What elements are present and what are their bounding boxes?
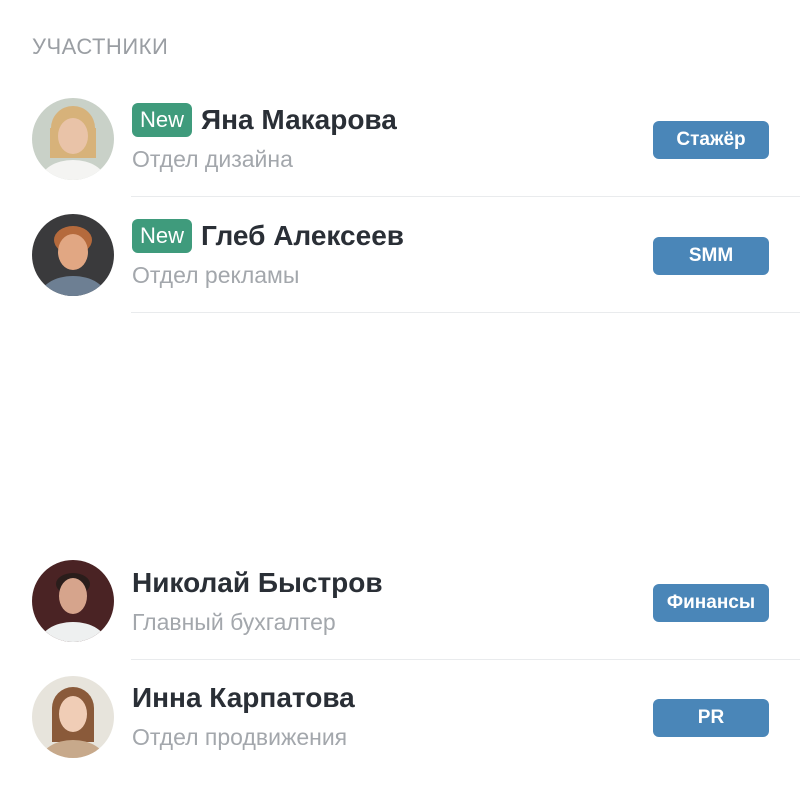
member-row[interactable]: New Яна Макарова Отдел дизайна Стажёр [0, 98, 800, 216]
member-department: Отдел рекламы [132, 262, 300, 288]
member-name: Яна Макарова [201, 104, 397, 135]
divider [131, 196, 800, 197]
role-tag-button[interactable]: Финансы [653, 584, 769, 622]
name-line: New Яна Макарова [132, 100, 397, 140]
member-row[interactable]: Николай Быстров Главный бухгалтер Финанс… [0, 560, 800, 679]
member-row[interactable]: New Глеб Алексеев Отдел рекламы SMM [0, 214, 800, 332]
member-row[interactable]: Инна Карпатова Отдел продвижения PR [0, 676, 800, 794]
new-badge: New [132, 103, 193, 137]
member-name: Николай Быстров [132, 567, 383, 598]
name-line: New Глеб Алексеев [132, 216, 404, 256]
divider [131, 312, 800, 313]
name-line: Николай Быстров [132, 563, 383, 603]
member-department: Отдел продвижения [132, 724, 348, 750]
member-department: Отдел дизайна [132, 146, 293, 172]
divider [131, 659, 800, 660]
member-name: Глеб Алексеев [201, 220, 404, 251]
member-name: Инна Карпатова [132, 682, 355, 713]
member-department: Главный бухгалтер [132, 609, 336, 635]
avatar [32, 214, 114, 296]
avatar [32, 560, 114, 642]
avatar [32, 98, 114, 180]
new-badge: New [132, 219, 193, 253]
members-section-title: УЧАСТНИКИ [32, 34, 169, 59]
avatar [32, 676, 114, 758]
name-line: Инна Карпатова [132, 678, 355, 718]
role-tag-button[interactable]: SMM [653, 237, 769, 275]
role-tag-button[interactable]: Стажёр [653, 121, 769, 159]
role-tag-button[interactable]: PR [653, 699, 769, 737]
